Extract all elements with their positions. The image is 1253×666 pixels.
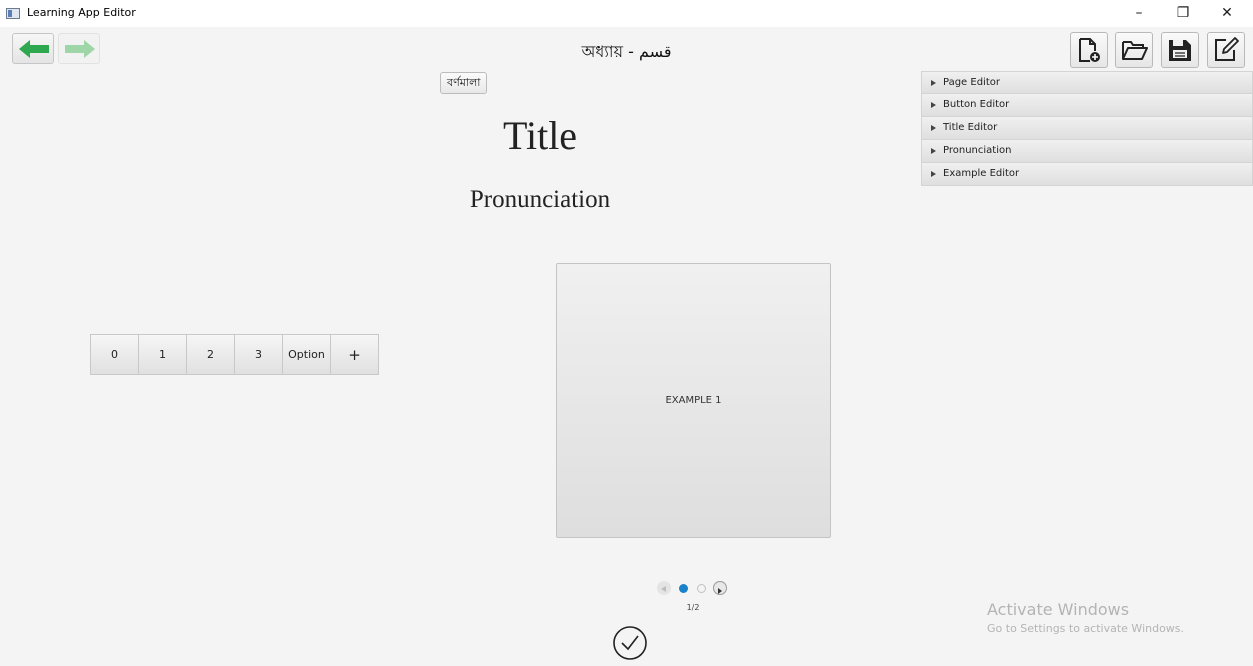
accordion-label: Title Editor (943, 122, 998, 133)
expand-arrow-icon (931, 79, 936, 86)
pronunciation-text: Pronunciation (469, 186, 611, 213)
accordion-label: Example Editor (943, 168, 1020, 179)
option-button-3[interactable]: 3 (234, 334, 283, 375)
page-title: Title (502, 113, 578, 158)
watermark-title: Activate Windows (987, 600, 1130, 619)
previous-page-button[interactable] (657, 581, 671, 595)
edit-button[interactable] (1207, 32, 1245, 68)
option-button-0[interactable]: 0 (90, 334, 139, 375)
new-file-icon (1079, 38, 1100, 62)
confirm-button[interactable] (611, 624, 649, 662)
add-option-button[interactable]: + (330, 334, 379, 375)
editor-accordion: Page Editor Button Editor Title Editor P… (921, 71, 1253, 186)
minimize-button[interactable]: – (1117, 0, 1161, 27)
next-page-button[interactable] (713, 581, 727, 595)
new-file-button[interactable] (1070, 32, 1108, 68)
window-title: Learning App Editor (27, 6, 136, 19)
app-window-icon (6, 8, 20, 19)
accordion-button-editor[interactable]: Button Editor (921, 94, 1253, 117)
restore-button[interactable]: ❐ (1161, 0, 1205, 27)
expand-arrow-icon (931, 125, 936, 131)
save-button[interactable] (1161, 32, 1199, 68)
activate-windows-watermark: Activate Windows Go to Settings to activ… (987, 600, 1184, 635)
option-button-option[interactable]: Option (282, 334, 331, 375)
example-card[interactable]: EXAMPLE 1 (556, 263, 831, 538)
chapter-title: অধ্যায় - قسم (581, 42, 672, 61)
example-label: EXAMPLE 1 (665, 395, 722, 406)
accordion-pronunciation[interactable]: Pronunciation (921, 140, 1253, 163)
edit-icon (1215, 37, 1239, 61)
window-titlebar: Learning App Editor – ❐ ✕ (0, 0, 1253, 27)
expand-arrow-icon (931, 171, 936, 177)
chapter-name-button[interactable]: বর্ণমালা (440, 72, 488, 94)
main-toolbar: অধ্যায় - قسم (0, 27, 1253, 71)
expand-arrow-icon (931, 148, 936, 154)
checkmark-circle-icon (613, 626, 647, 660)
example-pagination (656, 580, 730, 596)
close-button[interactable]: ✕ (1205, 0, 1249, 27)
accordion-example-editor[interactable]: Example Editor (921, 163, 1253, 186)
page-dot-1[interactable] (679, 584, 688, 593)
option-button-1[interactable]: 1 (138, 334, 187, 375)
open-folder-button[interactable] (1115, 32, 1153, 68)
accordion-title-editor[interactable]: Title Editor (921, 117, 1253, 140)
folder-open-icon (1122, 41, 1148, 60)
page-dot-2[interactable] (697, 584, 706, 593)
accordion-page-editor[interactable]: Page Editor (921, 71, 1253, 94)
watermark-subtitle: Go to Settings to activate Windows. (987, 622, 1185, 635)
page-indicator: 1/2 (686, 603, 700, 612)
accordion-label: Page Editor (943, 76, 1000, 88)
chevron-right-icon (718, 588, 722, 594)
chevron-left-icon (661, 586, 666, 592)
expand-arrow-icon (931, 102, 936, 108)
accordion-label: Pronunciation (943, 145, 1012, 156)
option-button-row: 0 1 2 3 Option + (90, 334, 379, 375)
accordion-label: Button Editor (943, 99, 1010, 110)
option-button-2[interactable]: 2 (186, 334, 235, 375)
save-icon (1169, 40, 1191, 61)
